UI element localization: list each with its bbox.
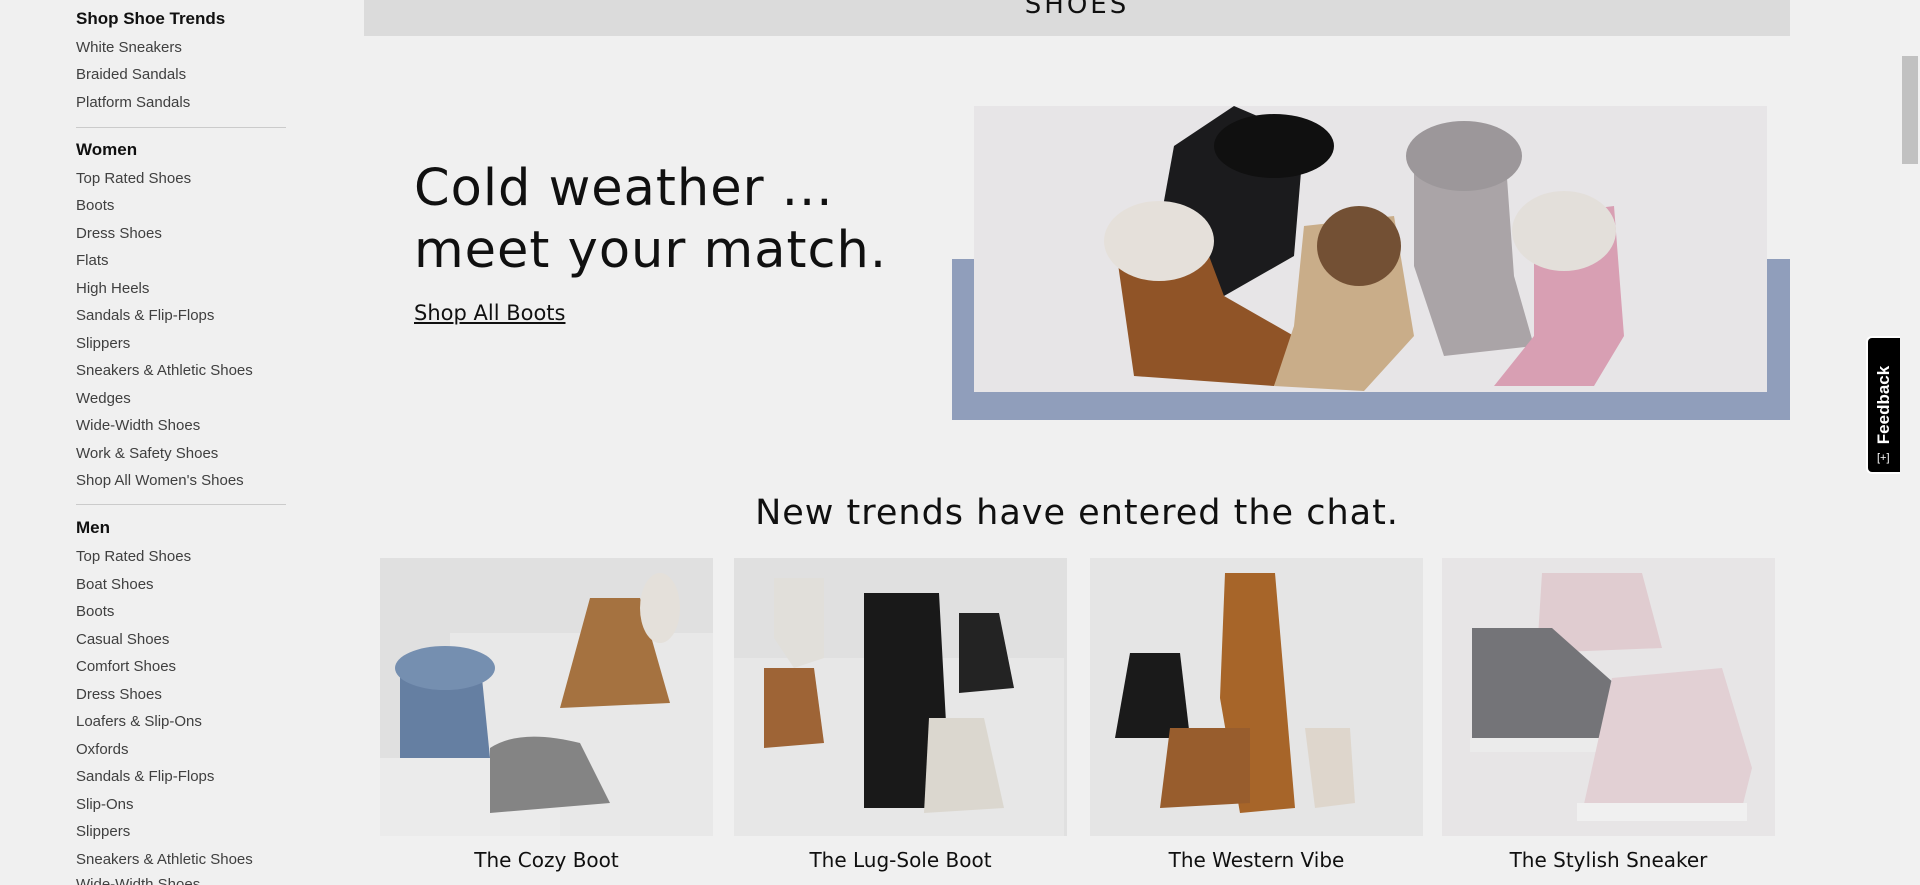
sidebar-heading-trends: Shop Shoe Trends [76,9,226,28]
hero-boots-image[interactable] [974,106,1767,392]
sidebar-divider [76,127,286,128]
sidebar-item-men-casual[interactable]: Casual Shoes [76,631,169,648]
sidebar-item-women-sneakers[interactable]: Sneakers & Athletic Shoes [76,362,253,379]
main-content: SHOES Cold weather ... meet your match. … [364,0,1790,885]
boots-illustration [974,106,1767,392]
page-title-bar: SHOES [364,0,1790,36]
shop-all-boots-link[interactable]: Shop All Boots [414,301,565,325]
lug-sole-boot-illustration [734,558,1067,836]
hero-text: Cold weather ... meet your match. Shop A… [414,158,888,325]
sidebar-item-platform-sandals[interactable]: Platform Sandals [76,94,190,111]
page-title: SHOES [1024,0,1130,20]
sidebar-item-men-boots[interactable]: Boots [76,603,114,620]
sidebar-item-women-wide-width[interactable]: Wide-Width Shoes [76,417,200,434]
sidebar-item-women-high-heels[interactable]: High Heels [76,280,149,297]
sidebar-item-women-wedges[interactable]: Wedges [76,390,131,407]
stylish-sneaker-image [1442,558,1775,836]
sidebar-item-men-wide-width[interactable]: Wide-Width Shoes [76,876,200,885]
sidebar-item-men-sandals[interactable]: Sandals & Flip-Flops [76,768,214,785]
feedback-icon: [+] [1877,452,1890,464]
sidebar-item-women-shop-all[interactable]: Shop All Women's Shoes [76,472,244,489]
sidebar-item-women-top-rated[interactable]: Top Rated Shoes [76,170,191,187]
sidebar-item-women-boots[interactable]: Boots [76,197,114,214]
sidebar-divider [76,504,286,505]
hero-title-line-1: Cold weather ... [414,159,834,218]
sidebar-item-men-slip-ons[interactable]: Slip-Ons [76,796,134,813]
sidebar-item-men-sneakers[interactable]: Sneakers & Athletic Shoes [76,851,253,868]
sidebar-item-men-slippers[interactable]: Slippers [76,823,130,840]
lug-sole-boot-label: The Lug-Sole Boot [809,848,992,872]
sidebar-item-men-boat-shoes[interactable]: Boat Shoes [76,576,154,593]
sidebar-item-men-comfort[interactable]: Comfort Shoes [76,658,176,675]
stylish-sneaker-label: The Stylish Sneaker [1509,848,1708,872]
sidebar-heading-men: Men [76,518,110,537]
sidebar-item-men-dress-shoes[interactable]: Dress Shoes [76,686,162,703]
trend-card-stylish-sneaker[interactable]: The Stylish Sneaker [1442,558,1775,872]
sidebar-item-men-top-rated[interactable]: Top Rated Shoes [76,548,191,565]
cozy-boot-label: The Cozy Boot [474,848,619,872]
sidebar-item-women-work-safety[interactable]: Work & Safety Shoes [76,445,218,462]
sidebar-item-women-flats[interactable]: Flats [76,252,109,269]
trend-card-western-vibe[interactable]: The Western Vibe [1090,558,1423,872]
sidebar-item-men-loafers[interactable]: Loafers & Slip-Ons [76,713,202,730]
stylish-sneaker-illustration [1442,558,1775,836]
western-vibe-image [1090,558,1423,836]
feedback-label: Feedback [1874,365,1893,445]
sidebar-item-men-oxfords[interactable]: Oxfords [76,741,129,758]
sidebar-item-women-slippers[interactable]: Slippers [76,335,130,352]
lug-sole-boot-image [734,558,1067,836]
section-title: New trends have entered the chat. [755,493,1399,533]
western-vibe-label: The Western Vibe [1168,848,1345,872]
hero-title-line-2: meet your match. [414,221,888,280]
sidebar-item-white-sneakers[interactable]: White Sneakers [76,39,182,56]
trend-card-lug-sole-boot[interactable]: The Lug-Sole Boot [734,558,1067,872]
scrollbar-thumb[interactable] [1902,56,1918,164]
sidebar-item-women-sandals[interactable]: Sandals & Flip-Flops [76,307,214,324]
feedback-tab[interactable]: Feedback [+] [1866,336,1900,474]
cozy-boot-illustration [380,558,713,836]
sidebar-item-women-dress-shoes[interactable]: Dress Shoes [76,225,162,242]
sidebar-heading-women: Women [76,140,138,159]
western-vibe-illustration [1090,558,1423,836]
cozy-boot-image [380,558,713,836]
trend-card-cozy-boot[interactable]: The Cozy Boot [380,558,713,872]
sidebar-item-braided-sandals[interactable]: Braided Sandals [76,66,186,83]
